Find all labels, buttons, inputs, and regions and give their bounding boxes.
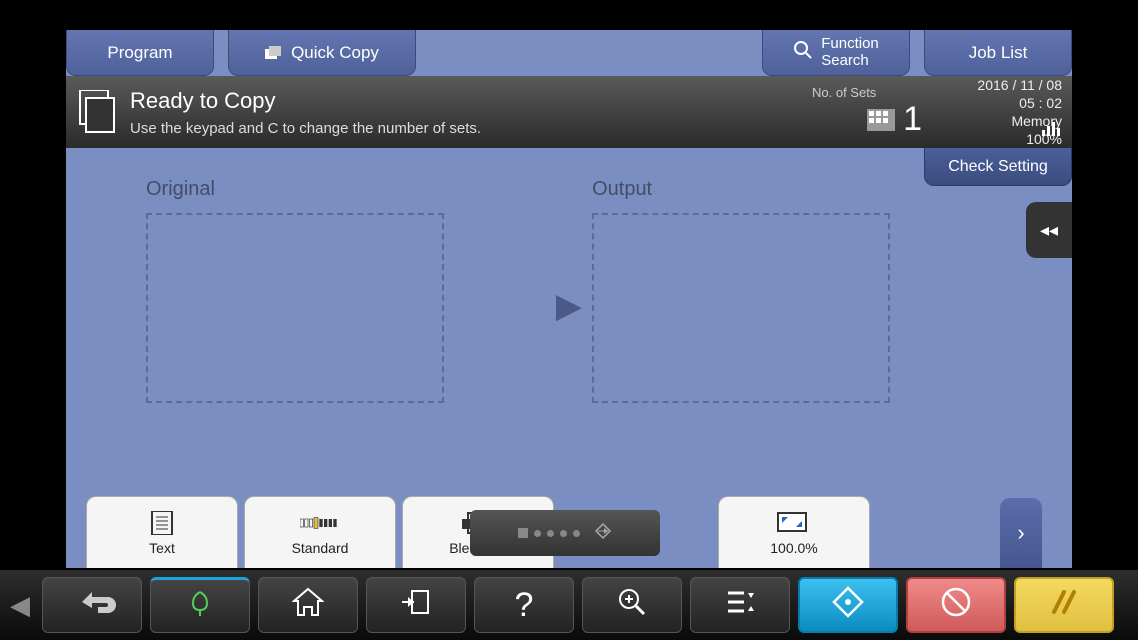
options-next-button[interactable]: › xyxy=(1000,498,1042,568)
status-meta: 2016 / 11 / 08 05 : 02 Memory 100% xyxy=(922,76,1062,149)
bottom-bar: ◀ ? xyxy=(0,570,1138,640)
sets-value: 1 xyxy=(903,100,922,139)
pagination-overlay[interactable] xyxy=(470,510,660,556)
magnify-plus-icon xyxy=(616,586,648,625)
home-icon xyxy=(292,587,324,624)
document-icon xyxy=(76,90,118,134)
stop-button[interactable] xyxy=(906,577,1006,633)
option-text[interactable]: Text xyxy=(86,496,238,568)
option-zoom[interactable]: 100.0% xyxy=(718,496,870,568)
chevron-right-icon: › xyxy=(1017,520,1024,546)
list-icon xyxy=(726,589,754,622)
prev-arrow-icon[interactable]: ◀ xyxy=(6,590,34,621)
reset-button[interactable] xyxy=(1014,577,1114,633)
program-button[interactable]: Program xyxy=(66,30,214,76)
output-preview xyxy=(592,213,890,403)
stop-icon xyxy=(939,585,973,626)
sets-display: No. of Sets 1 xyxy=(812,85,922,139)
collapse-tab[interactable]: ◂◂ xyxy=(1026,202,1072,258)
reset-icon xyxy=(1048,586,1080,625)
enlarge-button[interactable] xyxy=(582,577,682,633)
help-icon: ? xyxy=(515,586,534,625)
histogram-icon xyxy=(1042,120,1060,141)
original-preview xyxy=(146,213,444,403)
text-icon xyxy=(142,510,182,536)
arrow-icon: ▶ xyxy=(556,256,582,326)
eco-button[interactable] xyxy=(150,577,250,633)
quick-copy-icon xyxy=(265,46,283,60)
function-search-button[interactable]: Function Search xyxy=(762,30,910,76)
status-subtitle: Use the keypad and C to change the numbe… xyxy=(130,120,812,137)
exit-button[interactable] xyxy=(366,577,466,633)
exit-icon xyxy=(400,587,432,624)
back-button[interactable] xyxy=(42,577,142,633)
search-icon xyxy=(793,40,813,65)
status-bar: Ready to Copy Use the keypad and C to ch… xyxy=(66,76,1072,148)
start-icon xyxy=(830,584,866,627)
back-icon xyxy=(68,586,116,625)
original-label: Original xyxy=(146,178,546,201)
rewind-icon: ◂◂ xyxy=(1040,220,1058,241)
diamond-arrow-icon xyxy=(594,522,612,545)
status-title: Ready to Copy xyxy=(130,88,812,114)
help-button[interactable]: ? xyxy=(474,577,574,633)
keypad-icon[interactable] xyxy=(867,109,895,131)
check-setting-button[interactable]: Check Setting xyxy=(924,148,1072,186)
option-standard[interactable]: Standard xyxy=(244,496,396,568)
list-button[interactable] xyxy=(690,577,790,633)
eco-icon xyxy=(185,588,215,625)
density-icon xyxy=(300,510,340,536)
start-button[interactable] xyxy=(798,577,898,633)
home-button[interactable] xyxy=(258,577,358,633)
zoom-icon xyxy=(774,510,814,536)
quick-copy-button[interactable]: Quick Copy xyxy=(228,30,416,76)
job-list-button[interactable]: Job List xyxy=(924,30,1072,76)
